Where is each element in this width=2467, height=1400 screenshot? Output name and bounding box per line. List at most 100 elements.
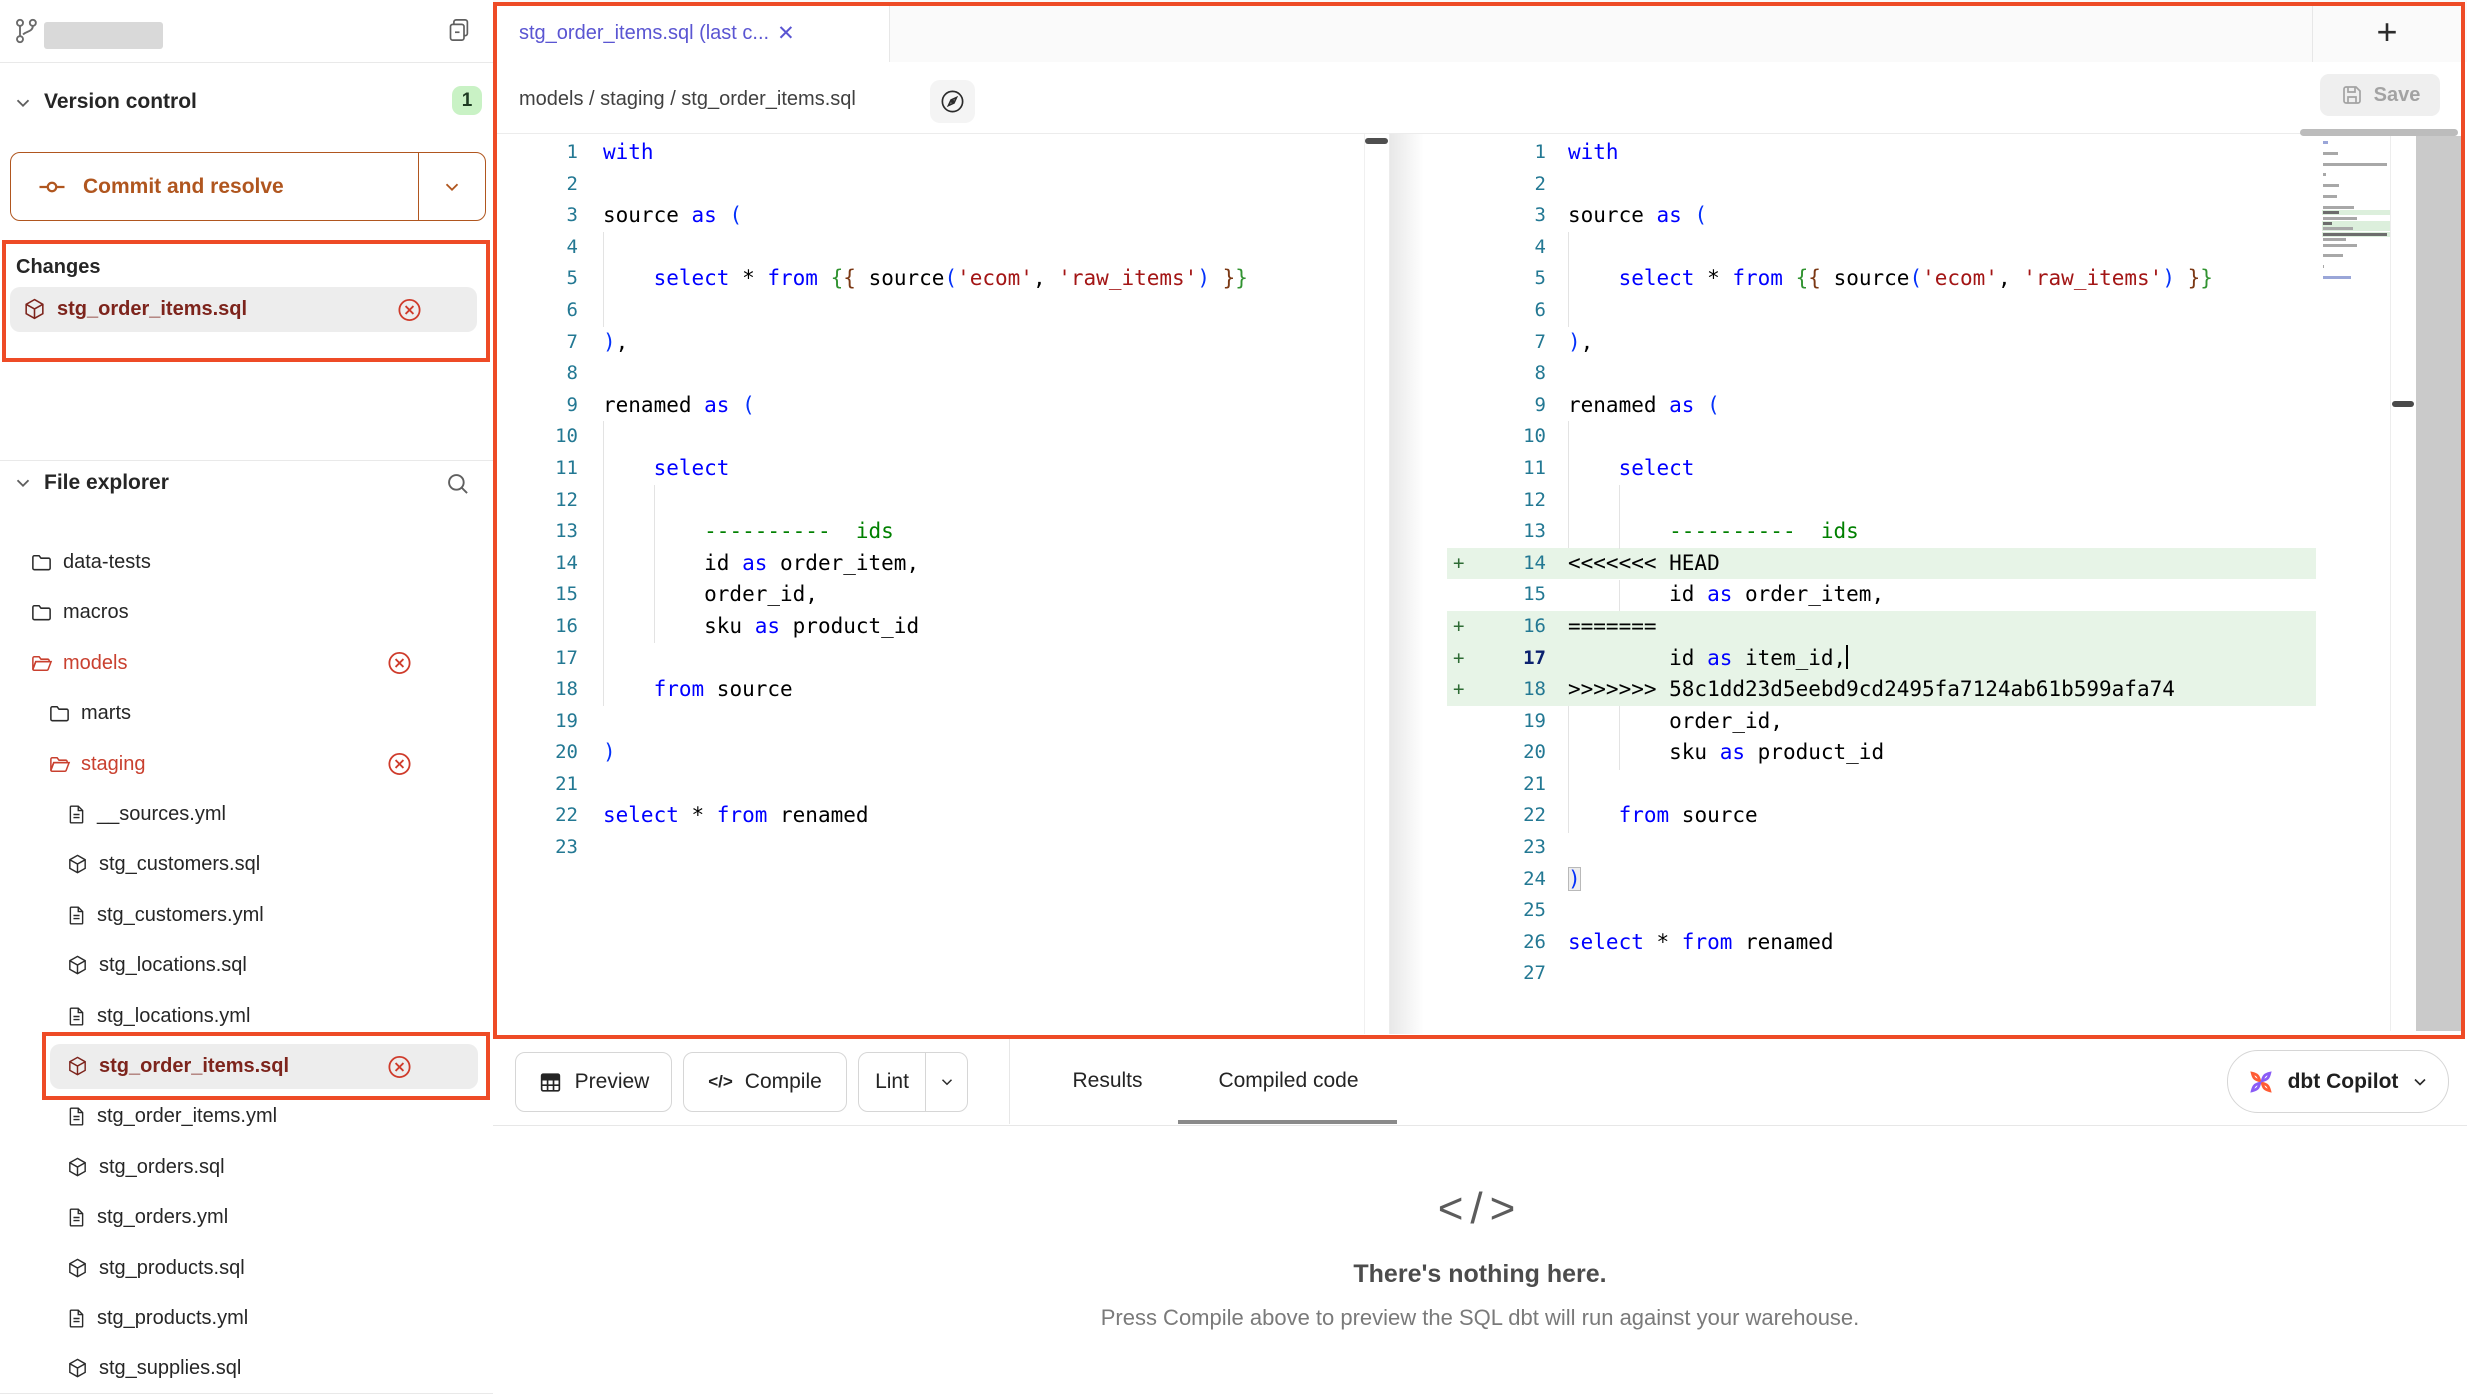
code-line-1[interactable]: 1with (1393, 137, 2390, 169)
file-tree-item-stg-locations-sql[interactable]: stg_locations.sql (0, 943, 493, 988)
file-tree-item-staging[interactable]: staging (0, 742, 493, 787)
code-line-9[interactable]: 9renamed as ( (1393, 390, 2390, 422)
code-line-4[interactable]: 4 (497, 232, 1365, 264)
save-button[interactable]: Save (2320, 74, 2440, 116)
code-line-27[interactable]: 27 (1393, 958, 2390, 990)
deleted-marker-icon[interactable] (386, 751, 413, 778)
code-line-5[interactable]: 5 select * from {{ source('ecom', 'raw_i… (497, 263, 1365, 295)
code-line-25[interactable]: 25 (1393, 895, 2390, 927)
code-line-20[interactable]: 20) (497, 737, 1365, 769)
panel-resize-handle[interactable] (2392, 401, 2414, 407)
file-tree-item-stg-supplies-sql[interactable]: stg_supplies.sql (0, 1346, 493, 1391)
file-tree-item-stg-order-items-yml[interactable]: stg_order_items.yml (0, 1094, 493, 1139)
lint-options-chevron[interactable] (925, 1053, 967, 1111)
lineage-compass-button[interactable] (930, 80, 975, 123)
tab-stg-order-items[interactable]: stg_order_items.sql (last c... ✕ (497, 3, 890, 63)
code-line-2[interactable]: 2 (497, 169, 1365, 201)
code-line-4[interactable]: 4 (1393, 232, 2390, 264)
code-line-2[interactable]: 2 (1393, 169, 2390, 201)
code-line-18[interactable]: +18>>>>>>> 58c1dd23d5eebd9cd2495fa7124ab… (1393, 674, 2390, 706)
code-line-20[interactable]: 20 sku as product_id (1393, 737, 2390, 769)
preview-button[interactable]: Preview (515, 1052, 672, 1112)
code-line-22[interactable]: 22select * from renamed (497, 800, 1365, 832)
left-pane-scrollbar-thumb[interactable] (1365, 138, 1388, 144)
file-tree-item-marts[interactable]: marts (0, 691, 493, 736)
minimap-slider[interactable] (2300, 129, 2458, 136)
file-tree-item-stg-locations-yml[interactable]: stg_locations.yml (0, 994, 493, 1039)
file-tree-item-macros[interactable]: macros (0, 590, 493, 635)
code-line-10[interactable]: 10 (1393, 421, 2390, 453)
file-tree-item--sources-yml[interactable]: __sources.yml (0, 792, 493, 837)
code-line-9[interactable]: 9renamed as ( (497, 390, 1365, 422)
code-line-19[interactable]: 19 order_id, (1393, 706, 2390, 738)
code-line-22[interactable]: 22 from source (1393, 800, 2390, 832)
changed-file-row[interactable]: stg_order_items.sql (10, 287, 477, 332)
code-line-15[interactable]: 15 id as order_item, (1393, 579, 2390, 611)
code-line-19[interactable]: 19 (497, 706, 1365, 738)
code-line-23[interactable]: 23 (1393, 832, 2390, 864)
code-line-7[interactable]: 7), (1393, 327, 2390, 359)
code-line-10[interactable]: 10 (497, 421, 1365, 453)
tab-results[interactable]: Results (1060, 1052, 1155, 1110)
file-search-icon[interactable] (444, 470, 471, 497)
file-tree-item-stg-customers-yml[interactable]: stg_customers.yml (0, 893, 493, 938)
minimap[interactable] (2322, 140, 2390, 340)
code-line-21[interactable]: 21 (1393, 769, 2390, 801)
code-line-14[interactable]: +14<<<<<<< HEAD (1393, 548, 2390, 580)
code-line-14[interactable]: 14 id as order_item, (497, 548, 1365, 580)
lint-button[interactable]: Lint (858, 1052, 968, 1112)
diff-pane-original[interactable]: 1with23source as (45 select * from {{ so… (497, 137, 1365, 864)
file-tree-item-stg-products-sql[interactable]: stg_products.sql (0, 1246, 493, 1291)
tab-compiled-code[interactable]: Compiled code (1206, 1052, 1371, 1110)
divider (0, 1393, 493, 1394)
code-line-26[interactable]: 26select * from renamed (1393, 927, 2390, 959)
new-tab-button[interactable]: + (2312, 2, 2461, 62)
diff-pane-modified[interactable]: 1with23source as (45 select * from {{ so… (1393, 137, 2390, 990)
file-tree-item-stg-customers-sql[interactable]: stg_customers.sql (0, 842, 493, 887)
tab-close-icon[interactable]: ✕ (777, 21, 795, 46)
file-tree-item-data-tests[interactable]: data-tests (0, 540, 493, 585)
code-line-12[interactable]: 12 (1393, 485, 2390, 517)
code-line-18[interactable]: 18 from source (497, 674, 1365, 706)
code-line-8[interactable]: 8 (497, 358, 1365, 390)
deleted-marker-icon[interactable] (386, 650, 413, 677)
discard-change-icon[interactable] (396, 296, 423, 323)
file-explorer-collapse-chevron[interactable] (12, 472, 34, 494)
code-line-11[interactable]: 11 select (497, 453, 1365, 485)
file-tree-item-stg-orders-yml[interactable]: stg_orders.yml (0, 1195, 493, 1240)
compile-button[interactable]: </> Compile (683, 1052, 847, 1112)
code-line-13[interactable]: 13 ---------- ids (497, 516, 1365, 548)
code-line-23[interactable]: 23 (497, 832, 1365, 864)
code-line-6[interactable]: 6 (497, 295, 1365, 327)
code-line-16[interactable]: 16 sku as product_id (497, 611, 1365, 643)
code-line-17[interactable]: 17 (497, 643, 1365, 675)
file-tree-item-stg-orders-sql[interactable]: stg_orders.sql (0, 1145, 493, 1190)
dbt-copilot-button[interactable]: dbt Copilot (2227, 1050, 2449, 1113)
file-tree-item-stg-products-yml[interactable]: stg_products.yml (0, 1296, 493, 1341)
code-line-21[interactable]: 21 (497, 769, 1365, 801)
code-line-17[interactable]: +17 id as item_id, (1393, 643, 2390, 675)
copy-branch-icon[interactable] (446, 15, 473, 45)
deleted-marker-icon[interactable] (386, 1053, 413, 1080)
code-line-11[interactable]: 11 select (1393, 453, 2390, 485)
code-line-8[interactable]: 8 (1393, 358, 2390, 390)
file-tree-item-stg-order-items-sql[interactable]: stg_order_items.sql (0, 1044, 493, 1089)
commit-and-resolve-button[interactable]: Commit and resolve (10, 152, 486, 221)
code-line-13[interactable]: 13 ---------- ids (1393, 516, 2390, 548)
code-line-24[interactable]: 24) (1393, 864, 2390, 896)
code-line-5[interactable]: 5 select * from {{ source('ecom', 'raw_i… (1393, 263, 2390, 295)
commit-options-chevron[interactable] (418, 153, 485, 220)
doc-icon (66, 1105, 87, 1128)
version-control-collapse-chevron[interactable] (12, 92, 34, 114)
code-line-7[interactable]: 7), (497, 327, 1365, 359)
code-line-3[interactable]: 3source as ( (1393, 200, 2390, 232)
code-line-16[interactable]: +16======= (1393, 611, 2390, 643)
code-line-1[interactable]: 1with (497, 137, 1365, 169)
code-line-15[interactable]: 15 order_id, (497, 579, 1365, 611)
file-tree-item-models[interactable]: models (0, 641, 493, 686)
code-line-12[interactable]: 12 (497, 485, 1365, 517)
git-commit-icon (37, 172, 67, 202)
code-line-3[interactable]: 3source as ( (497, 200, 1365, 232)
code-line-6[interactable]: 6 (1393, 295, 2390, 327)
indent-guide (1619, 580, 1620, 611)
